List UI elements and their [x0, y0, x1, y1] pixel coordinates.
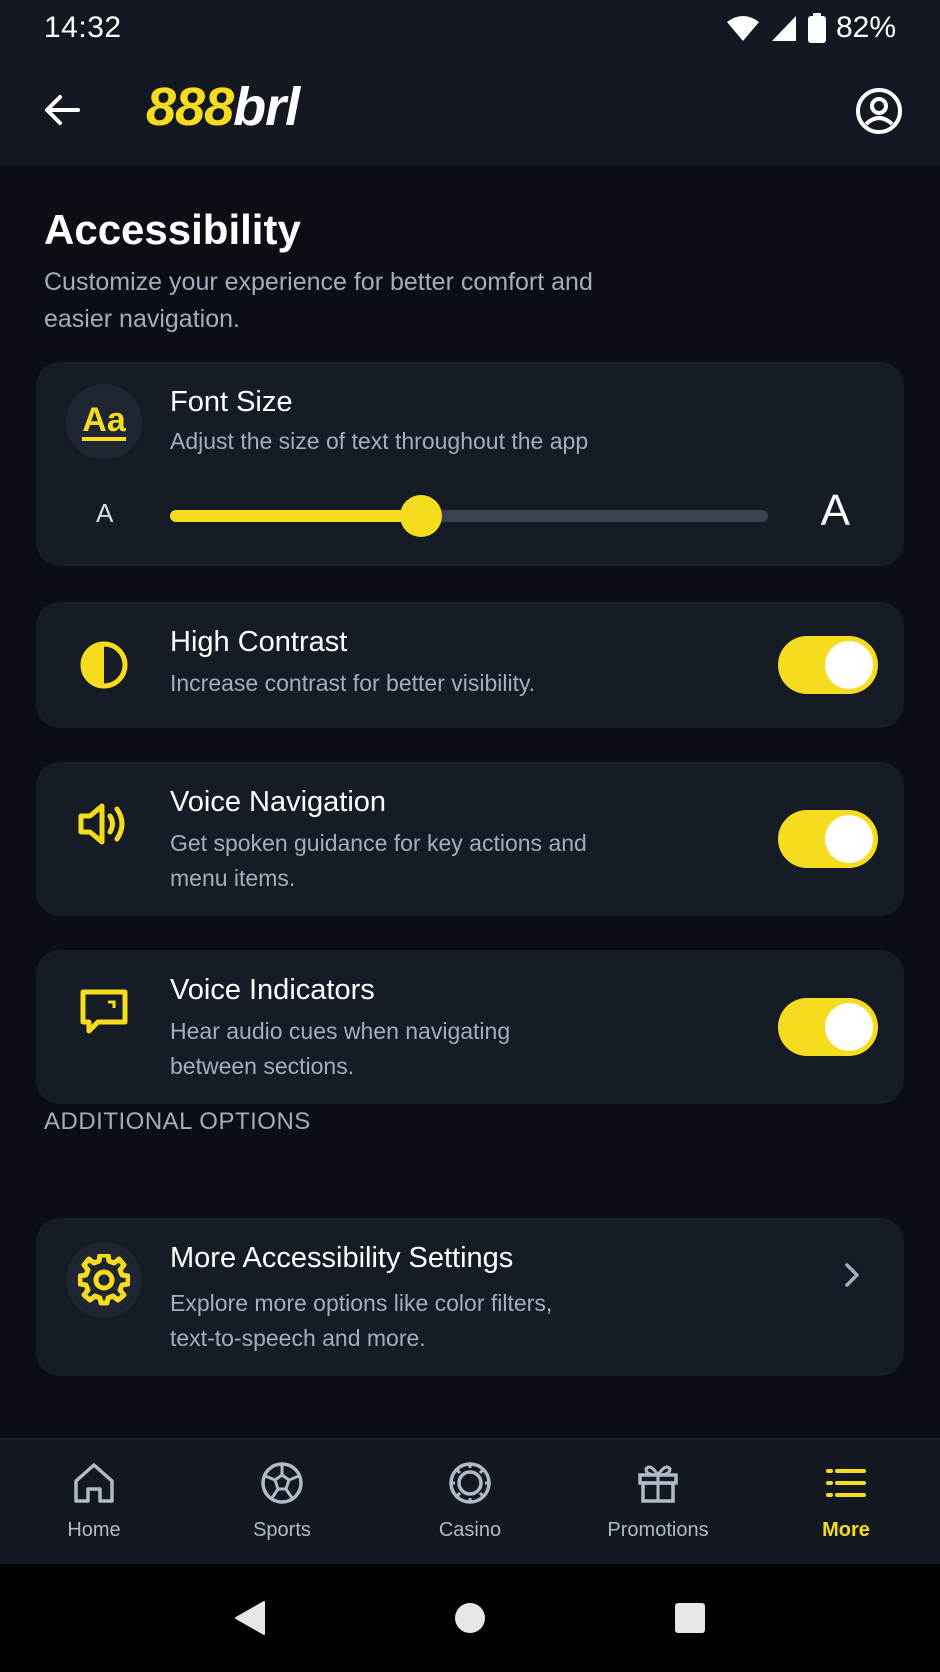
- voice-indicators-toggle[interactable]: [778, 998, 878, 1056]
- font-size-title: Font Size: [170, 386, 293, 418]
- page-content: Accessibility Customize your experience …: [0, 166, 940, 1438]
- page-subtitle: Customize your experience for better com…: [44, 268, 593, 333]
- gift-icon: [638, 1465, 678, 1503]
- nav-home-label: Home: [67, 1519, 121, 1541]
- more-settings-description: Explore more options like color filters,…: [170, 1290, 553, 1351]
- battery-icon: [807, 13, 826, 43]
- high-contrast-toggle[interactable]: [778, 636, 878, 694]
- voice-navigation-toggle[interactable]: [778, 810, 878, 868]
- font-size-icon: Aa: [66, 384, 142, 460]
- additional-options-label: ADDITIONAL OPTIONS: [44, 1108, 311, 1135]
- more-accessibility-settings-card[interactable]: More Accessibility Settings Explore more…: [36, 1218, 904, 1376]
- circle-home-icon: [455, 1603, 485, 1633]
- nav-more[interactable]: More: [752, 1439, 940, 1564]
- nav-more-label: More: [822, 1519, 870, 1541]
- back-button[interactable]: [38, 86, 86, 134]
- voice-navigation-card: Voice Navigation Get spoken guidance for…: [36, 762, 904, 916]
- speaker-icon: [66, 786, 142, 862]
- system-recents-button[interactable]: [660, 1588, 720, 1648]
- cellular-signal-icon: [771, 16, 796, 41]
- logo-number: 888: [146, 77, 234, 137]
- wifi-icon: [726, 16, 759, 41]
- screen: 14:32 82% 888brl Accessibility Customize…: [0, 0, 940, 1672]
- more-settings-title: More Accessibility Settings: [170, 1242, 514, 1274]
- slider-fill: [170, 510, 422, 522]
- nav-home[interactable]: Home: [0, 1439, 188, 1564]
- gear-icon: [66, 1242, 142, 1318]
- battery-percent: 82%: [835, 11, 896, 44]
- brand-logo[interactable]: 888brl: [146, 76, 300, 138]
- casino-chip-icon: [449, 1462, 491, 1504]
- triangle-back-icon: [235, 1601, 265, 1635]
- high-contrast-description: Increase contrast for better visibility.: [170, 670, 536, 696]
- nav-casino[interactable]: Casino: [376, 1439, 564, 1564]
- arrow-left-icon: [45, 95, 80, 125]
- status-icons: 82%: [726, 11, 896, 45]
- slider-large-label: A: [820, 486, 850, 535]
- status-bar: 14:32 82%: [0, 0, 940, 56]
- system-back-button[interactable]: [220, 1588, 280, 1648]
- voice-indicators-card: Voice Indicators Hear audio cues when na…: [36, 950, 904, 1104]
- chat-bubble-icon: [66, 974, 142, 1050]
- contrast-icon: [66, 627, 142, 703]
- nav-promotions-label: Promotions: [607, 1519, 709, 1541]
- nav-sports-label: Sports: [253, 1519, 311, 1541]
- nav-promotions[interactable]: Promotions: [564, 1439, 752, 1564]
- status-time: 14:32: [44, 11, 122, 44]
- slider-thumb[interactable]: [400, 495, 443, 537]
- toggle-knob: [825, 1003, 873, 1051]
- high-contrast-title: High Contrast: [170, 626, 348, 658]
- font-size-card: Aa Font Size Adjust the size of text thr…: [36, 362, 904, 566]
- voice-indicators-title: Voice Indicators: [170, 974, 375, 1006]
- soccer-ball-icon: [261, 1462, 303, 1504]
- chevron-right-icon: [845, 1263, 859, 1287]
- page-title: Accessibility: [44, 206, 301, 253]
- bottom-navigation: Home Sports Casino Promotions More: [0, 1438, 940, 1564]
- square-recents-icon: [675, 1603, 705, 1633]
- logo-text: brl: [233, 77, 300, 137]
- system-navigation-bar: [0, 1564, 940, 1672]
- nav-sports[interactable]: Sports: [188, 1439, 376, 1564]
- system-home-button[interactable]: [440, 1588, 500, 1648]
- user-circle-icon: [856, 88, 902, 134]
- slider-small-label: A: [96, 498, 114, 528]
- font-size-glyph: Aa: [82, 401, 126, 441]
- voice-indicators-description: Hear audio cues when navigating between …: [170, 1018, 511, 1079]
- font-size-description: Adjust the size of text throughout the a…: [170, 428, 589, 454]
- profile-button[interactable]: [854, 86, 904, 136]
- font-size-slider-area: A A: [66, 486, 876, 546]
- voice-navigation-title: Voice Navigation: [170, 786, 387, 818]
- home-icon: [74, 1463, 114, 1503]
- menu-list-icon: [826, 1469, 866, 1497]
- toggle-knob: [825, 641, 873, 689]
- nav-casino-label: Casino: [438, 1519, 502, 1541]
- app-header: 888brl: [0, 56, 940, 166]
- high-contrast-card: High Contrast Increase contrast for bett…: [36, 602, 904, 728]
- toggle-knob: [825, 815, 873, 863]
- font-size-slider[interactable]: [170, 495, 768, 537]
- voice-navigation-description: Get spoken guidance for key actions and …: [170, 830, 587, 891]
